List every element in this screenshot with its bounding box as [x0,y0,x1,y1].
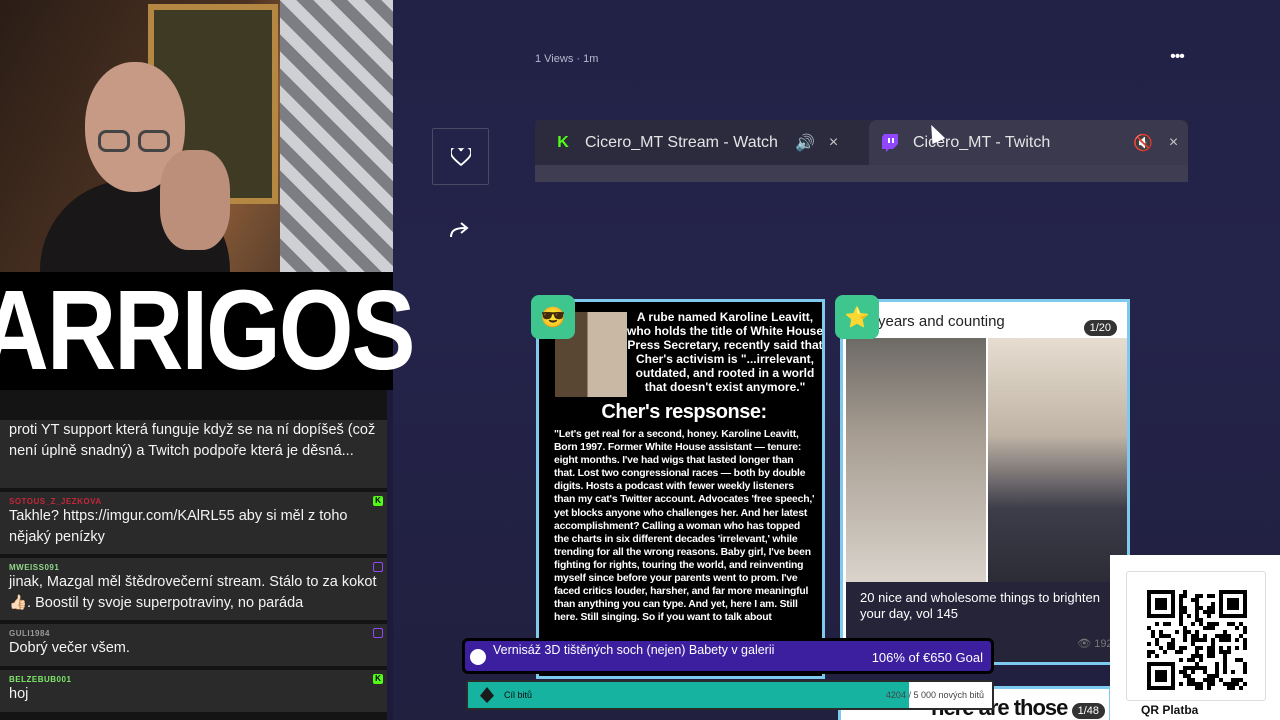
chat-message-text: jinak, Mazgal měl štědrovečerní stream. … [9,574,377,611]
qr-payment-panel: QR Platba [1110,555,1280,720]
chat-message: BELZEBUB001 hoj K [0,670,387,712]
card-heading: Cher's respsonse: [601,401,767,423]
screen: ARRIGOS proti YT support která funguje k… [0,0,1280,720]
card-body-text: "Let's get real for a second, honey. Kar… [554,429,815,624]
chat-message: MWEISS091 jinak, Mazgal měl štědrovečern… [0,558,387,620]
like-button[interactable] [432,128,489,185]
kick-icon: K [557,133,569,151]
goal-progress-text: 106% of €650 Goal [871,650,983,665]
tab-kick[interactable]: K Cicero_MT Stream - Watch Live on Kick … [553,120,863,165]
bits-progress-fill [468,682,909,708]
qr-label: QR Platba [1141,703,1199,717]
muted-speaker-icon[interactable]: 🔇 [1133,133,1153,153]
star-badge-icon: ⭐ [835,295,879,339]
tab-title: Cicero_MT Stream - Watch Live on Kick [585,133,781,151]
image-count-badge: 1/48 [1071,703,1105,719]
tab-close-icon[interactable]: × [829,134,838,152]
chat-message-text: Takhle? https://imgur.com/KAlRL55 aby si… [9,508,348,545]
chat-message-text: proti YT support která funguje když se n… [9,422,376,459]
webcam-overlay [0,0,393,272]
bits-label: Cíl bitů [504,690,533,700]
card-headline: A rube named Karoline Leavitt, who holds… [627,310,823,394]
channel-logo-text: ARRIGOS [0,267,416,394]
chat-username: MWEISS091 [9,563,60,572]
qr-code-icon [1147,590,1247,690]
heart-icon [450,147,471,166]
chat-message-text: Dobrý večer všem. [9,640,130,656]
post-card-cher[interactable]: A rube named Karoline Leavitt, who holds… [536,299,825,679]
bits-value: 4204 / 5 000 nových bitů [885,690,984,700]
browser-tab-bar: K Cicero_MT Stream - Watch Live on Kick … [535,120,1188,182]
chat-username: SOTOUS_Z_JEZKOVA [9,497,102,506]
share-arrow-icon [450,222,469,238]
kick-badge-icon: K [373,496,383,506]
more-dots-icon[interactable]: ••• [1166,49,1188,65]
twitch-badge-icon [373,562,383,572]
post-card-wholesome[interactable]: years and counting 1/20 20 nice and whol… [840,299,1130,665]
share-button[interactable] [449,221,471,241]
award-badge-icon: 😎 [531,295,575,339]
bits-goal-overlay: Cíl bitů 4204 / 5 000 nových bitů [466,680,994,710]
speaker-icon[interactable]: 🔊 [795,133,815,153]
twitch-badge-icon [373,628,383,638]
image-count-badge: 1/20 [1083,320,1117,336]
kick-badge-icon: K [373,674,383,684]
chat-message-text: hoj [9,686,29,702]
twitch-icon [880,133,900,153]
chat-username: GULI1984 [9,629,50,638]
qr-frame [1126,571,1266,701]
photo-girl-with-cat-older [988,338,1127,582]
chat-message: SOTOUS_Z_JEZKOVA Takhle? https://imgur.c… [0,492,387,554]
photo-girl-with-cat-young [846,338,986,582]
donation-goal-overlay: Vernisáž 3D tištěných soch (nejen) Babet… [462,638,994,674]
channel-logo: ARRIGOS [0,267,416,394]
glasses-right [138,130,170,152]
streamer-hand [160,150,230,250]
post-meta: 1 Views · 1m [535,53,599,65]
tab-close-icon[interactable]: × [1169,134,1178,152]
chat-message: proti YT support která funguje když se n… [0,420,387,488]
chat-overlay: proti YT support která funguje když se n… [0,390,387,720]
chat-username: BELZEBUB001 [9,675,72,684]
tab-toolbar-strip [535,165,1188,182]
acoustic-foam [280,0,393,272]
chat-message: GULI1984 Dobrý večer všem. [0,624,387,666]
goal-name: Vernisáž 3D tištěných soch (nejen) Babet… [493,643,775,657]
glasses-left [98,130,130,152]
card-title: years and counting [878,313,1005,330]
goal-icon [470,649,486,665]
